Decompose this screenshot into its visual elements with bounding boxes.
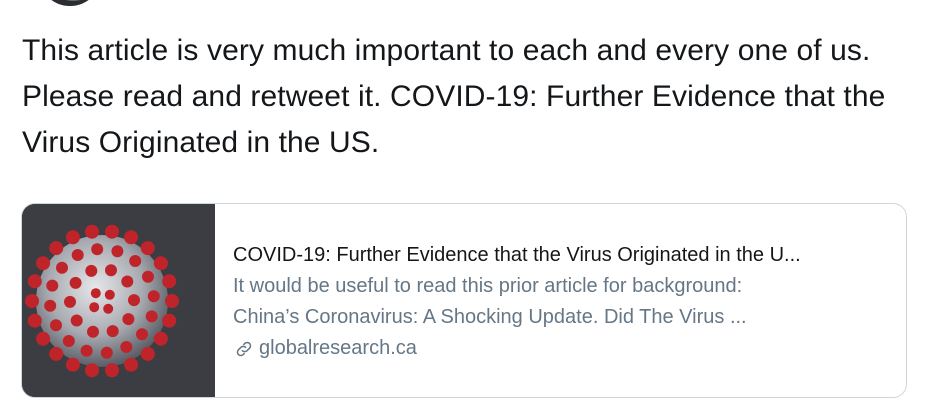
virus-spike xyxy=(64,295,76,308)
virus-spike xyxy=(147,290,160,303)
link-icon xyxy=(233,338,255,360)
tweet-text: This article is very much important to e… xyxy=(22,34,886,159)
virus-spike xyxy=(44,299,57,312)
virus-spike xyxy=(89,302,100,313)
tweet-view: This article is very much important to e… xyxy=(0,0,929,400)
virus-spike xyxy=(36,256,51,271)
virus-spike xyxy=(121,275,134,288)
virus-spike xyxy=(111,245,124,258)
virus-spike xyxy=(27,313,42,328)
virus-spike xyxy=(27,274,42,289)
coronavirus-illustration-icon xyxy=(22,204,215,397)
virus-spike xyxy=(142,270,154,283)
virus-spike xyxy=(87,325,99,338)
virus-spike xyxy=(62,335,75,347)
virus-spike xyxy=(162,313,177,328)
virus-spike xyxy=(65,357,80,372)
virus-spike xyxy=(105,224,119,239)
virus-spike xyxy=(124,230,139,245)
virus-spike xyxy=(105,264,117,277)
virus-spike xyxy=(90,288,101,299)
card-description-line-2: China’s Coronavirus: A Shocking Update. … xyxy=(233,306,747,328)
virus-spike xyxy=(56,261,68,274)
virus-spike xyxy=(85,363,99,378)
virus-spike xyxy=(103,303,114,314)
card-title[interactable]: COVID-19: Further Evidence that the Viru… xyxy=(233,240,888,271)
card-description: It would be useful to read this prior ar… xyxy=(233,271,888,333)
virus-spike xyxy=(91,243,104,256)
virus-spike xyxy=(105,363,119,378)
virus-spike xyxy=(165,294,179,308)
virus-spike xyxy=(136,328,148,341)
virus-spike xyxy=(71,249,84,261)
virus-spike xyxy=(25,294,39,308)
virus-spike xyxy=(100,346,113,359)
virus-spike xyxy=(85,224,99,239)
virus-spike xyxy=(140,241,155,256)
virus-spike xyxy=(50,319,62,332)
virus-spike xyxy=(106,325,119,338)
virus-spike xyxy=(128,294,140,307)
virus-spike xyxy=(120,341,133,353)
virus-spike xyxy=(65,230,80,245)
virus-spike xyxy=(70,314,83,327)
virus-spike xyxy=(140,346,155,361)
card-domain-text: globalresearch.ca xyxy=(259,337,417,359)
virus-spike xyxy=(36,331,51,346)
card-body: COVID-19: Further Evidence that the Viru… xyxy=(215,204,906,397)
card-domain[interactable]: globalresearch.ca xyxy=(233,333,888,364)
virus-spike xyxy=(49,346,64,361)
card-description-line-1: It would be useful to read this prior ar… xyxy=(233,275,743,297)
virus-spike xyxy=(80,344,93,357)
virus-spike xyxy=(46,279,59,292)
avatar[interactable] xyxy=(38,0,102,6)
card-image[interactable] xyxy=(22,204,215,397)
virus-spike xyxy=(49,241,64,256)
virus-spike xyxy=(129,255,142,267)
virus-spike xyxy=(122,313,135,326)
virus-spike xyxy=(69,276,82,289)
virus-spike xyxy=(104,289,115,300)
virus-spike xyxy=(85,264,98,277)
virus-spike xyxy=(162,274,177,289)
virus-spike xyxy=(153,331,168,346)
virus-spike xyxy=(145,310,158,323)
virus-spike xyxy=(153,256,168,271)
virus-spike xyxy=(124,357,139,372)
link-preview-card[interactable]: COVID-19: Further Evidence that the Viru… xyxy=(21,203,907,398)
